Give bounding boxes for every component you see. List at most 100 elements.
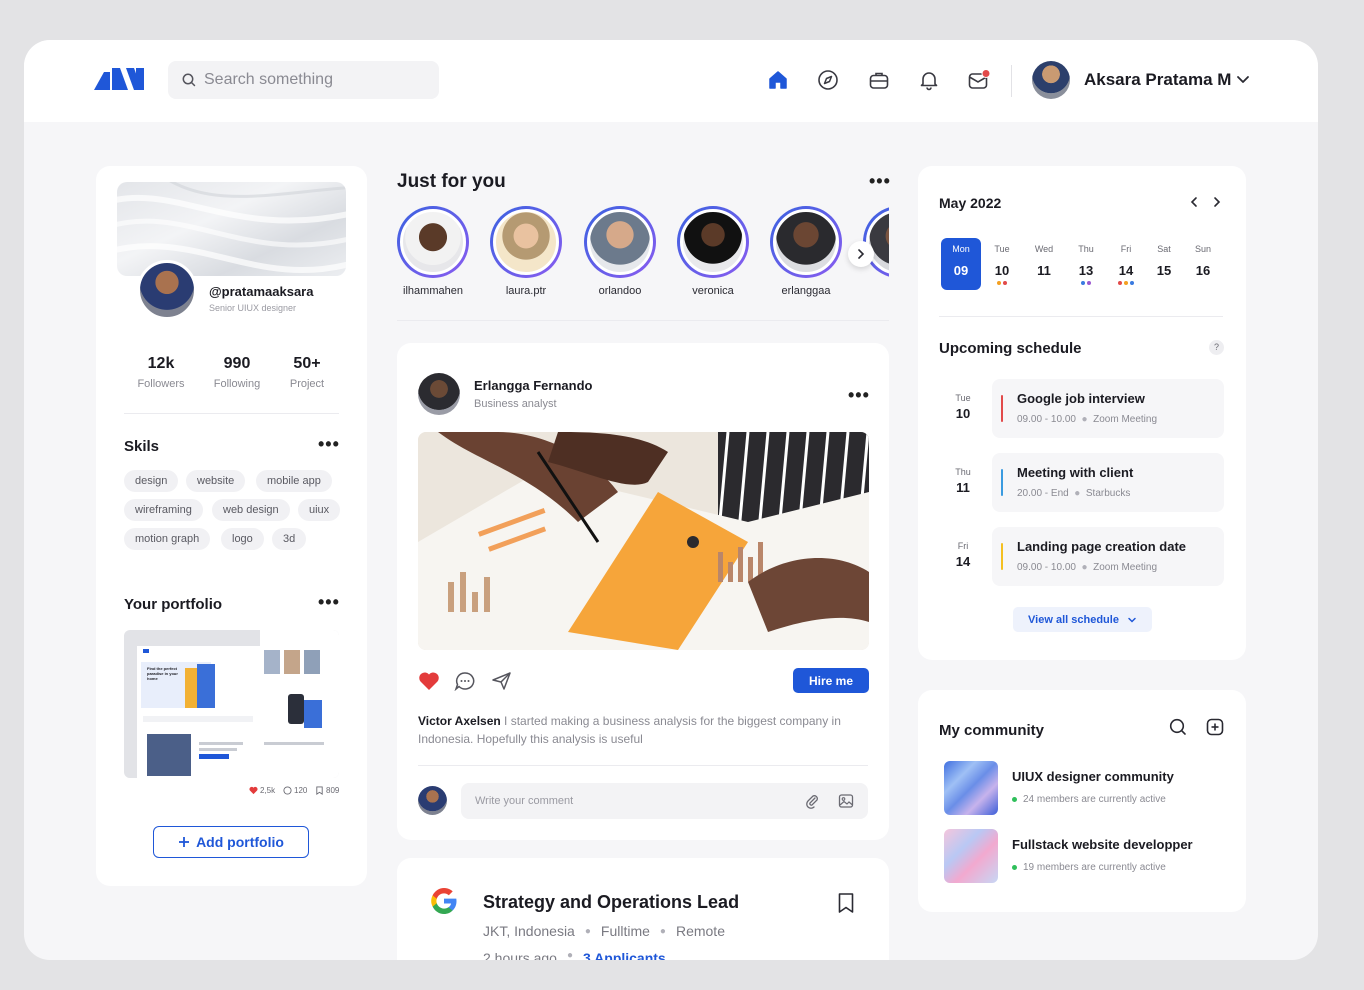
caption-author[interactable]: Victor Axelsen [418, 714, 501, 728]
calendar-day[interactable]: Sun 16 [1183, 238, 1223, 290]
skill-chip[interactable]: 3d [272, 528, 307, 550]
add-portfolio-button[interactable]: Add portfolio [153, 826, 309, 858]
calendar-month: May 2022 [939, 195, 1002, 211]
chevron-down-icon [1128, 617, 1136, 623]
search-input[interactable] [204, 71, 424, 89]
hire-me-button[interactable]: Hire me [793, 668, 869, 693]
send-icon[interactable] [491, 671, 513, 691]
stat-label: Followers [137, 378, 185, 390]
calendar-day[interactable]: Mon 09 [941, 238, 981, 290]
skill-chip[interactable]: uiux [298, 499, 341, 521]
portfolio-saves[interactable]: 809 [315, 786, 339, 795]
stories-strip: ilhammahen laura.ptr orlandoo veronica e… [397, 206, 889, 306]
portfolio-comments[interactable]: 120 [283, 786, 307, 795]
app-logo[interactable] [94, 68, 146, 90]
comment-input[interactable] [475, 795, 804, 807]
skill-chip[interactable]: mobile app [256, 470, 332, 492]
skills-title: Skils [124, 438, 160, 455]
stat-followers[interactable]: 12k Followers [126, 355, 196, 390]
skill-chip[interactable]: website [186, 470, 246, 492]
add-square-icon[interactable] [1206, 718, 1224, 736]
chevron-right-icon[interactable] [1211, 196, 1223, 208]
home-icon[interactable] [766, 68, 790, 92]
schedule-event[interactable]: Meeting with client 20.00 - End ● Starbu… [992, 453, 1224, 512]
bookmark-icon[interactable] [837, 892, 855, 914]
post-author-role: Business analyst [474, 398, 557, 410]
skill-chip[interactable]: web design [212, 499, 290, 521]
calendar-day[interactable]: Tue 10 [982, 238, 1022, 290]
search-icon[interactable] [1169, 718, 1187, 736]
chevron-down-icon[interactable] [1234, 70, 1252, 88]
job-applicants[interactable]: 3 Applicants [583, 950, 666, 960]
portfolio-thumbnail[interactable]: Find the perfect paradise in your home [124, 630, 339, 778]
story-item[interactable]: veronica [677, 206, 749, 297]
day-number: 15 [1156, 263, 1172, 278]
post-author-avatar[interactable] [418, 373, 460, 415]
divider [418, 765, 868, 766]
paperclip-icon[interactable] [804, 793, 820, 809]
skill-chip[interactable]: motion graph [124, 528, 211, 550]
event-date: Thu 11 [950, 467, 976, 495]
story-avatar [680, 209, 746, 275]
stat-following[interactable]: 990 Following [202, 355, 272, 390]
story-name: ilhammahen [403, 285, 463, 297]
story-avatar [773, 209, 839, 275]
story-item[interactable]: ilhammahen [397, 206, 469, 297]
comment-icon[interactable] [454, 671, 476, 691]
post-image[interactable] [418, 432, 869, 650]
saves-count: 809 [326, 786, 340, 795]
community-name[interactable]: Fullstack website developper [1012, 837, 1193, 852]
bell-icon[interactable] [917, 68, 941, 92]
stories-next-button[interactable] [848, 241, 874, 267]
comment-box[interactable] [461, 783, 868, 819]
skill-chip[interactable]: logo [221, 528, 264, 550]
schedule-event[interactable]: Landing page creation date 09.00 - 10.00… [992, 527, 1224, 586]
community-name[interactable]: UIUX designer community [1012, 769, 1174, 784]
comments-count: 120 [294, 786, 308, 795]
compass-icon[interactable] [816, 68, 840, 92]
skill-chip[interactable]: design [124, 470, 179, 492]
search-bar[interactable] [168, 61, 439, 99]
heart-icon[interactable] [418, 671, 440, 691]
story-avatar [866, 209, 889, 275]
image-icon[interactable] [838, 793, 854, 809]
event-title: Meeting with client [1017, 465, 1134, 480]
stories-more-icon[interactable]: ••• [869, 172, 891, 190]
community-avatar[interactable] [944, 761, 998, 815]
likes-count: 2,5k [260, 786, 276, 795]
day-number: 11 [1037, 263, 1051, 278]
job-card[interactable]: Strategy and Operations Lead JKT, Indone… [397, 858, 889, 960]
community-avatar[interactable] [944, 829, 998, 883]
day-number: 09 [953, 263, 969, 278]
story-name: veronica [692, 285, 734, 297]
event-dot [1130, 281, 1134, 285]
post-more-icon[interactable]: ••• [848, 386, 870, 404]
story-item[interactable]: erlanggaa [770, 206, 842, 297]
portfolio-more-icon[interactable]: ••• [318, 593, 340, 611]
view-all-schedule-button[interactable]: View all schedule [1013, 607, 1152, 632]
post-author-name[interactable]: Erlangga Fernando [474, 378, 592, 393]
chevron-left-icon[interactable] [1188, 196, 1200, 208]
calendar-day[interactable]: Sat 15 [1144, 238, 1184, 290]
calendar-day[interactable]: Wed 11 [1024, 238, 1064, 290]
calendar-day[interactable]: Fri 14 [1106, 238, 1146, 290]
story-item[interactable]: orlandoo [584, 206, 656, 297]
briefcase-icon[interactable] [867, 68, 891, 92]
skill-chip[interactable]: wireframing [124, 499, 203, 521]
event-time: 09.00 - 10.00 [1017, 562, 1076, 573]
mail-icon[interactable] [967, 68, 991, 92]
calendar-day[interactable]: Thu 13 [1066, 238, 1106, 290]
portfolio-likes[interactable]: 2,5k [249, 786, 275, 795]
story-ring [770, 206, 842, 278]
event-day: 11 [956, 480, 970, 495]
job-title[interactable]: Strategy and Operations Lead [483, 892, 739, 913]
schedule-event[interactable]: Google job interview 09.00 - 10.00 ● Zoo… [992, 379, 1224, 438]
user-avatar[interactable] [1032, 61, 1070, 99]
stat-project[interactable]: 50+ Project [272, 355, 342, 390]
profile-avatar[interactable] [137, 260, 197, 320]
story-item[interactable]: laura.ptr [490, 206, 562, 297]
user-name[interactable]: Aksara Pratama M [1084, 70, 1231, 90]
skills-more-icon[interactable]: ••• [318, 435, 340, 453]
help-icon[interactable]: ? [1209, 340, 1224, 355]
profile-role: Senior UIUX designer [209, 303, 297, 313]
